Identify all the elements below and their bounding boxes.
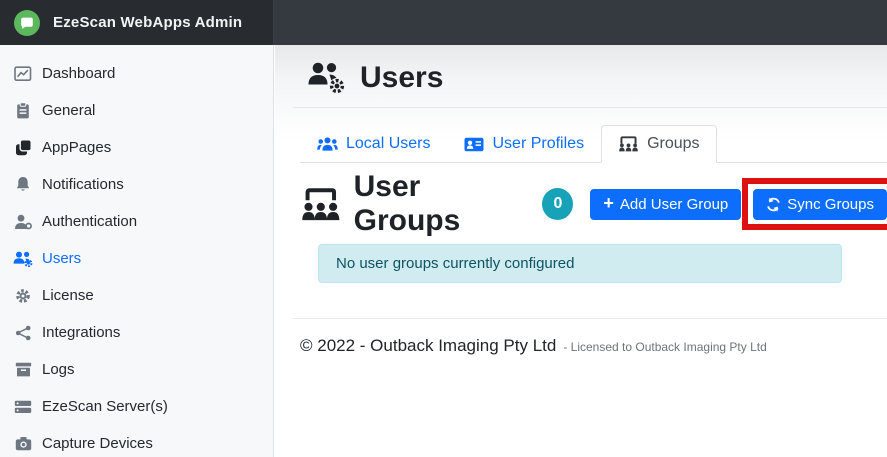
user-groups-title: User Groups [354,170,530,238]
sidebar-item-capture-devices[interactable]: Capture Devices [0,425,273,457]
plus-icon: + [603,194,614,212]
tab-label: User Profiles [492,135,584,153]
copyright-text: © 2022 - Outback Imaging Pty Ltd [300,336,556,356]
sidebar-item-label: General [42,102,95,119]
footer: © 2022 - Outback Imaging Pty Ltd - Licen… [300,336,887,356]
sidebar-item-label: EzeScan Server(s) [42,398,168,415]
tab-local-users[interactable]: Local Users [300,125,447,163]
sync-icon [766,197,781,212]
tab-label: Local Users [346,135,430,153]
sidebar-item-general[interactable]: General [0,92,273,129]
ezescan-logo-icon [13,9,41,37]
add-user-group-label: Add User Group [620,196,728,213]
user-circle-icon [12,214,34,230]
sidebar-item-license[interactable]: License [0,277,273,314]
count-badge: 0 [542,188,573,220]
screen-users-icon [618,136,639,152]
sidebar-item-label: License [42,287,94,304]
sidebar-item-logs[interactable]: Logs [0,351,273,388]
users-gear-icon [12,251,34,267]
app-pages-icon [12,139,34,156]
tab-bar: Local Users User Profiles Groups [300,125,887,163]
sidebar-item-ezescan-servers[interactable]: EzeScan Server(s) [0,388,273,425]
sidebar-item-users[interactable]: Users [0,240,273,277]
user-groups-header: User Groups 0 + Add User Group Sync Grou… [300,170,887,238]
sidebar-item-label: Notifications [42,176,124,193]
sync-groups-button[interactable]: Sync Groups [753,189,887,220]
sidebar-item-apppages[interactable]: AppPages [0,129,273,166]
sidebar-item-label: Integrations [42,324,120,341]
brand-title: EzeScan WebApps Admin [53,14,242,31]
sidebar-item-authentication[interactable]: Authentication [0,203,273,240]
empty-groups-alert: No user groups currently configured [318,244,842,283]
server-icon [12,400,34,414]
sync-groups-label: Sync Groups [787,196,874,213]
sidebar-item-label: Authentication [42,213,137,230]
sidebar-item-dashboard[interactable]: Dashboard [0,55,273,92]
sidebar-item-label: Capture Devices [42,435,153,452]
license-note-text: - Licensed to Outback Imaging Pty Ltd [563,340,766,354]
users-gear-icon [307,62,347,95]
add-user-group-button[interactable]: + Add User Group [590,189,741,220]
clipboard-icon [12,102,34,119]
sidebar: Dashboard General AppPages [0,45,274,457]
page-header: Users [293,45,887,108]
chart-line-icon [12,66,34,82]
tab-groups[interactable]: Groups [601,125,716,163]
id-card-icon [464,137,484,152]
gear-icon [12,288,34,304]
bell-icon [12,176,34,193]
sidebar-item-integrations[interactable]: Integrations [0,314,273,351]
sidebar-item-label: Logs [42,361,75,378]
sync-groups-annotated-area: Sync Groups [753,189,887,220]
tab-user-profiles[interactable]: User Profiles [447,125,601,163]
archive-box-icon [12,362,34,377]
camera-icon [12,436,34,451]
users-icon [317,137,338,152]
sidebar-item-label: Dashboard [42,65,115,82]
share-nodes-icon [12,325,34,341]
top-navbar: EzeScan WebApps Admin [0,0,887,45]
tab-label: Groups [647,135,699,153]
sidebar-item-label: Users [42,250,81,267]
footer-divider [293,318,887,319]
sidebar-item-notifications[interactable]: Notifications [0,166,273,203]
main-content: Users Local Users User Profiles [275,45,887,457]
sidebar-item-label: AppPages [42,139,111,156]
page-title: Users [360,61,443,95]
app-brand: EzeScan WebApps Admin [0,0,274,45]
user-groups-icon [300,185,342,223]
